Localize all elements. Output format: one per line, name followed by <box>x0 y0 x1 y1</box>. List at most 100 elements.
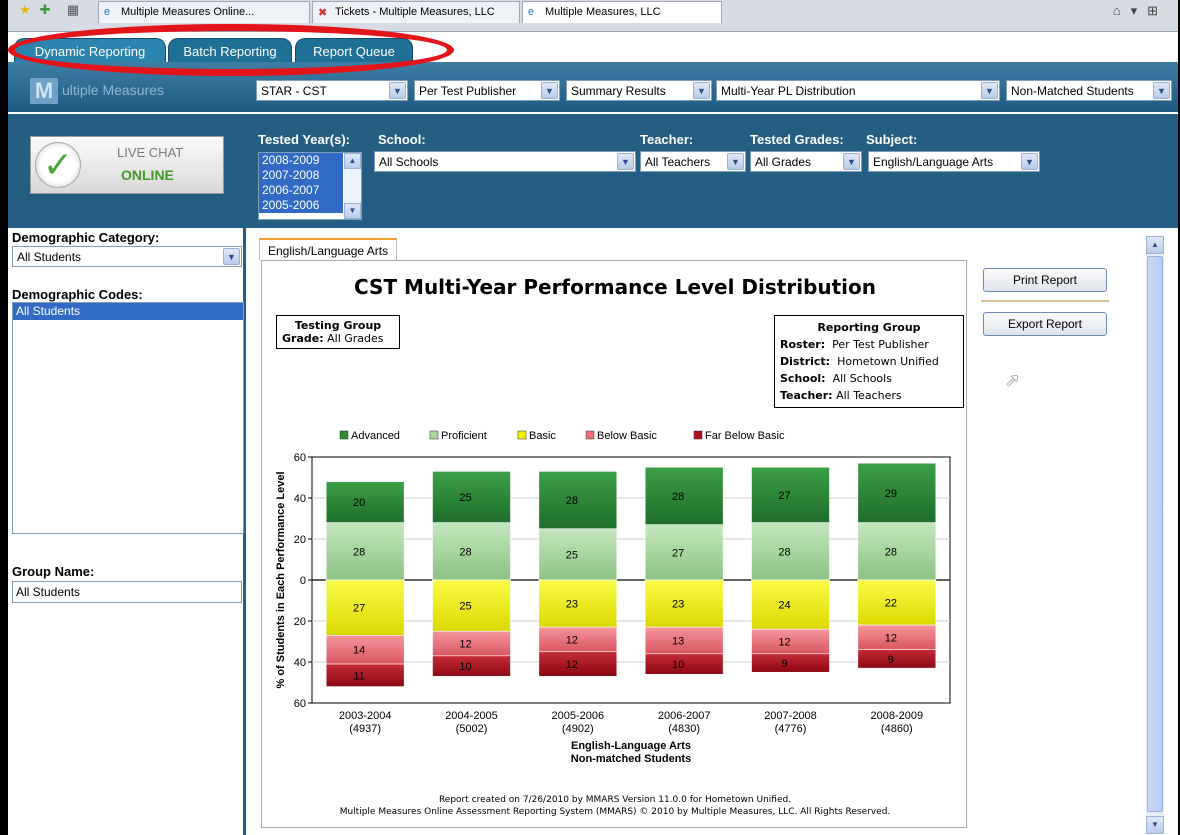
chevron-down-icon: ▼ <box>541 82 558 99</box>
legend-label: Below Basic <box>597 430 657 442</box>
data-label: 28 <box>885 546 897 558</box>
x-tick-label: 2006-2007 <box>658 710 711 722</box>
browser-tab-1[interactable]: e Multiple Measures Online... <box>98 1 310 23</box>
legend-swatch <box>339 430 349 440</box>
group-name-label: Group Name: <box>12 564 95 579</box>
years-scrollbar[interactable]: ▲ ▼ <box>344 153 361 219</box>
data-label: 27 <box>778 490 790 502</box>
chevron-down-icon: ▼ <box>389 82 406 99</box>
y-tick-label: 60 <box>294 452 306 464</box>
data-label: 23 <box>566 599 578 611</box>
publisher-select[interactable]: Per Test Publisher ▼ <box>414 80 560 101</box>
live-chat-status: ONLINE <box>121 167 174 183</box>
checkmark-icon: ✓ <box>35 142 81 188</box>
scroll-down-icon[interactable]: ▼ <box>1146 816 1164 834</box>
legend-swatch <box>429 430 439 440</box>
home-feeds-icons[interactable]: ⌂▾⊞ <box>1113 3 1168 19</box>
live-chat-label: LIVE CHAT <box>117 145 184 160</box>
roster-label: Roster: <box>780 338 826 351</box>
performance-level-chart: Advanced Proficient Basic Below Basic Far Be… <box>275 430 951 765</box>
browser-tab-2[interactable]: ✖ Tickets - Multiple Measures, LLC <box>312 1 520 23</box>
scroll-down-icon[interactable]: ▼ <box>344 203 361 219</box>
test-select[interactable]: STAR - CST ▼ <box>256 80 408 101</box>
grade-label: Grade: <box>282 332 324 345</box>
subject-select[interactable]: English/Language Arts ▼ <box>868 151 1040 172</box>
button-divider <box>981 300 1109 302</box>
school-label: School: <box>780 372 826 385</box>
data-label: 12 <box>566 659 578 671</box>
data-label: 25 <box>459 492 471 504</box>
legend-label: Proficient <box>441 430 487 442</box>
live-chat-button[interactable]: ✓ LIVE CHAT ONLINE <box>30 136 224 194</box>
data-label: 28 <box>672 491 684 503</box>
test-select-value: STAR - CST <box>261 84 327 98</box>
x-count-label: (4830) <box>668 723 700 735</box>
year-option[interactable]: 2008-2009 <box>259 153 343 168</box>
data-label: 28 <box>566 495 578 507</box>
x-count-label: (4902) <box>562 723 594 735</box>
teacher-value: All Teachers <box>836 389 902 402</box>
demographic-panel: Demographic Category: All Students ▼ Demo… <box>8 228 246 835</box>
school-select[interactable]: All Schools ▼ <box>374 151 636 172</box>
tab-batch-reporting[interactable]: Batch Reporting <box>168 38 292 62</box>
subject-label: Subject: <box>866 132 918 147</box>
roster-value: Per Test Publisher <box>832 338 929 351</box>
scroll-up-icon[interactable]: ▲ <box>344 153 361 169</box>
data-label: 27 <box>353 603 365 615</box>
tab-report-queue[interactable]: Report Queue <box>295 38 413 62</box>
y-tick-label: 40 <box>294 657 306 669</box>
browser-tab-3[interactable]: e Multiple Measures, LLC <box>522 1 722 23</box>
favorites-star-icon[interactable]: ★ <box>18 3 32 17</box>
legend-label: Advanced <box>351 430 400 442</box>
y-tick-label: 20 <box>294 616 306 628</box>
report-scrollbar[interactable]: ▲ ▼ <box>1146 236 1164 834</box>
mouse-pointer-icon: ➚ <box>1005 370 1021 390</box>
scroll-thumb[interactable] <box>1147 256 1163 812</box>
legend-swatch <box>693 430 703 440</box>
data-label: 10 <box>672 659 684 671</box>
data-label: 23 <box>672 599 684 611</box>
tested-years-listbox[interactable]: 2008-2009 2007-2008 2006-2007 2005-2006 … <box>258 152 362 220</box>
browser-tab-strip: ★ ✚ ▦ e Multiple Measures Online... ✖ Ti… <box>8 0 1178 32</box>
year-option[interactable]: 2007-2008 <box>259 168 343 183</box>
legend-label: Basic <box>529 430 556 442</box>
tab-english-language-arts[interactable]: English/Language Arts <box>259 238 398 260</box>
y-axis-label: % of Students in Each Performance Level <box>275 471 287 688</box>
report-type-select[interactable]: Multi-Year PL Distribution ▼ <box>716 80 1000 101</box>
teacher-label: Teacher: <box>640 132 694 147</box>
demographic-codes-label: Demographic Codes: <box>12 287 143 302</box>
data-label: 22 <box>885 598 897 610</box>
tab-grid-icon[interactable]: ▦ <box>66 3 80 17</box>
testing-group-heading: Testing Group <box>294 319 382 332</box>
year-option[interactable]: 2006-2007 <box>259 183 343 198</box>
data-label: 12 <box>566 634 578 646</box>
x-tick-label: 2003-2004 <box>339 710 392 722</box>
year-option[interactable]: 2005-2006 <box>259 198 343 213</box>
scroll-up-icon[interactable]: ▲ <box>1146 236 1164 254</box>
browser-tab-label: Multiple Measures Online... <box>121 6 255 18</box>
demographic-code-option[interactable]: All Students <box>13 303 243 320</box>
data-label: 9 <box>888 654 894 666</box>
students-select[interactable]: Non-Matched Students ▼ <box>1006 80 1172 101</box>
print-report-button[interactable]: Print Report <box>983 268 1107 292</box>
x-tick-label: 2007-2008 <box>764 710 817 722</box>
data-label: 25 <box>459 601 471 613</box>
teacher-select[interactable]: All Teachers ▼ <box>640 151 746 172</box>
data-label: 27 <box>672 547 684 559</box>
demographic-category-select[interactable]: All Students ▼ <box>12 246 242 267</box>
report-title: CST Multi-Year Performance Level Distrib… <box>353 275 877 299</box>
grades-select[interactable]: All Grades ▼ <box>750 151 862 172</box>
data-label: 12 <box>459 639 471 651</box>
demographic-codes-listbox[interactable]: All Students <box>12 302 244 534</box>
add-favorites-icon[interactable]: ✚ <box>38 3 52 17</box>
results-select[interactable]: Summary Results ▼ <box>566 80 712 101</box>
group-name-input[interactable]: All Students <box>12 581 242 603</box>
chevron-down-icon: ▼ <box>693 82 710 99</box>
x-tick-label: 2008-2009 <box>871 710 924 722</box>
data-label: 29 <box>885 488 897 500</box>
data-label: 11 <box>353 670 364 682</box>
data-label: 12 <box>885 632 897 644</box>
school-select-value: All Schools <box>379 155 439 169</box>
tab-dynamic-reporting[interactable]: Dynamic Reporting <box>14 38 166 62</box>
export-report-button[interactable]: Export Report <box>983 312 1107 336</box>
